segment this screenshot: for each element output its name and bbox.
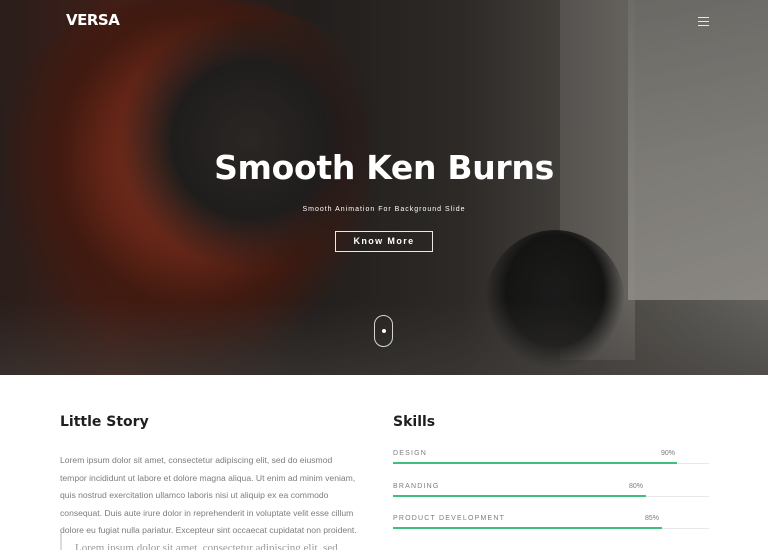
hero-subtitle: Smooth Animation For Background Slide [302,206,466,213]
skill-bar [393,462,677,464]
story-body: Lorem ipsum dolor sit amet, consectetur … [60,455,357,535]
skills-heading: Skills [393,414,436,430]
skill-percent: 90% [661,450,676,457]
scroll-dot [382,329,386,333]
skill-branding: BRANDING 80% [393,483,709,503]
hero-section: VERSA Smooth Ken Burns Smooth Animation … [0,0,768,375]
menu-line [698,25,709,26]
story-quote-text: Lorem ipsum dolor sit amet, consectetur … [75,542,338,550]
skill-name: DESIGN [393,450,428,457]
little-story-section: Little Story Lorem ipsum dolor sit amet,… [60,414,360,540]
skill-bar [393,495,646,497]
story-heading: Little Story [60,414,149,430]
menu-line [698,21,709,22]
know-more-button[interactable]: Know More [335,231,433,252]
mouse-scroll-icon[interactable] [374,315,393,347]
skill-design: DESIGN 90% [393,450,709,470]
skill-product-development: PRODUCT DEVELOPMENT 85% [393,515,709,535]
skills-section: Skills [393,414,709,430]
skill-name: PRODUCT DEVELOPMENT [393,515,506,522]
site-logo[interactable]: VERSA [66,11,120,29]
menu-line [698,17,709,18]
skill-percent: 80% [629,483,644,490]
story-quote: Lorem ipsum dolor sit amet, consectetur … [60,533,370,550]
skill-percent: 85% [645,515,660,522]
hamburger-menu-icon[interactable] [698,17,709,26]
skill-bar [393,527,662,529]
skill-name: BRANDING [393,483,440,490]
hero-title: Smooth Ken Burns [214,148,554,187]
